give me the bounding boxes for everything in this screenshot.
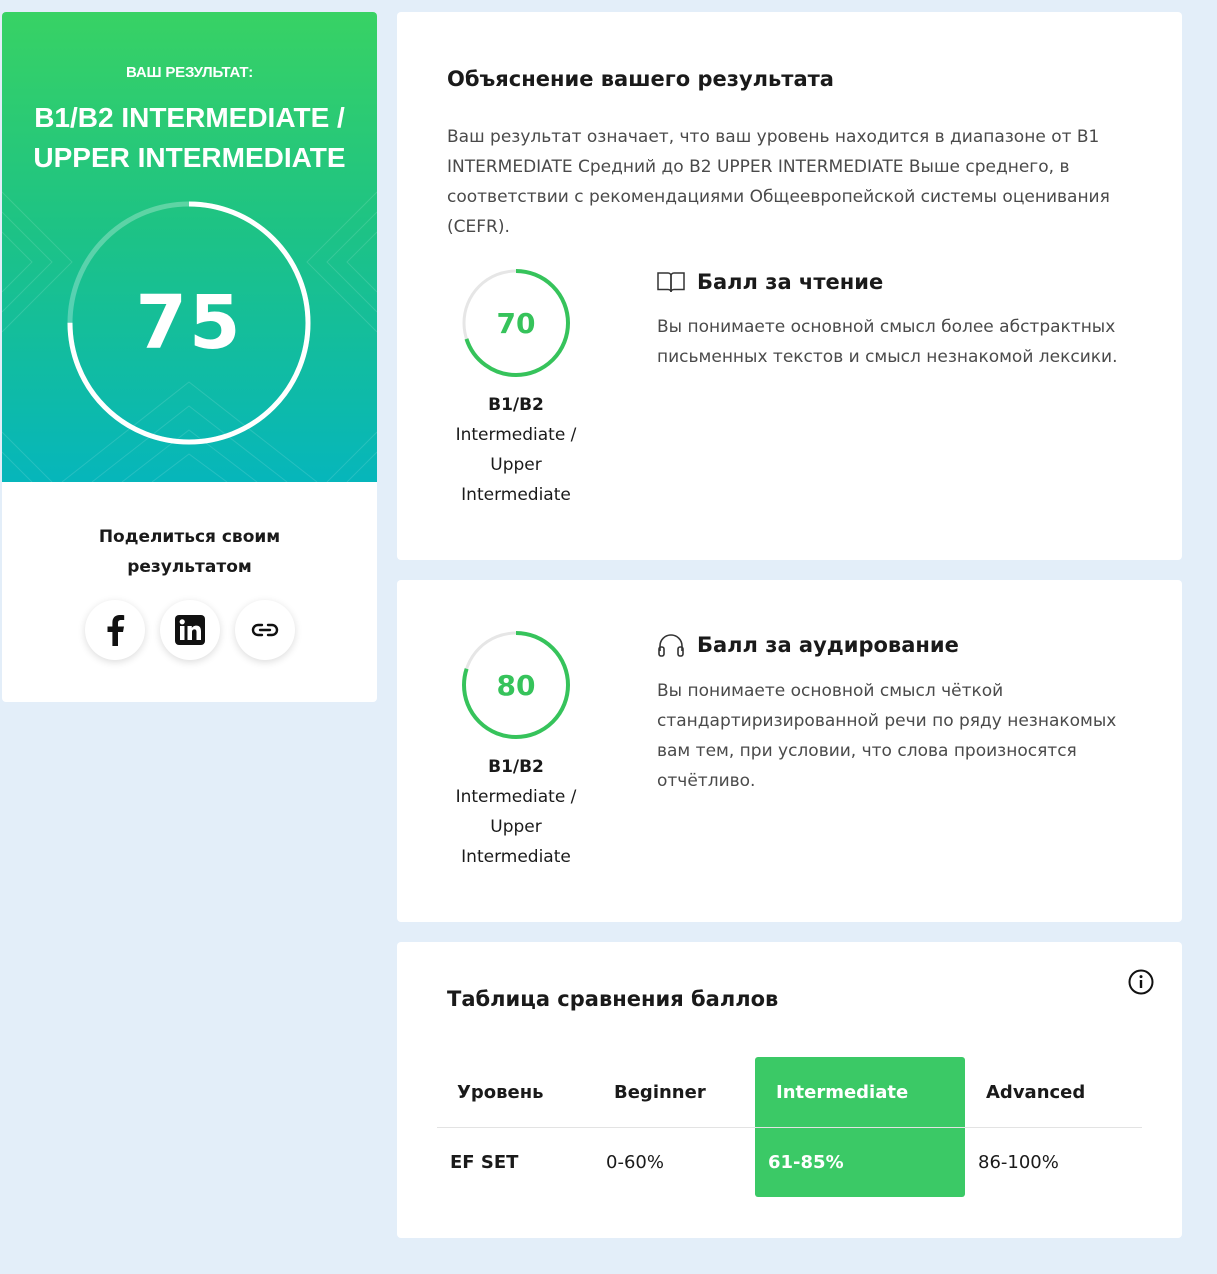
header-advanced: Advanced [986, 1081, 1086, 1103]
listening-level: B1/B2 Intermediate / Upper Intermediate [437, 752, 595, 872]
header-intermediate: Intermediate [776, 1081, 909, 1103]
cell-beginner: 0-60% [606, 1151, 664, 1173]
reading-level-line1: B1/B2 [488, 395, 544, 415]
book-icon [657, 272, 685, 293]
listening-card: 80 B1/B2 Intermediate / Upper Intermedia… [397, 580, 1182, 922]
listening-level-line2: Intermediate / [455, 787, 577, 807]
comparison-card: Таблица сравнения баллов Уровень Beginne… [397, 942, 1182, 1238]
listening-level-line1: B1/B2 [488, 757, 544, 777]
info-icon[interactable] [1128, 969, 1154, 995]
comparison-title: Таблица сравнения баллов [447, 987, 779, 1011]
overall-score: 75 [135, 280, 243, 366]
explanation-card: Объяснение вашего результата Ваш результ… [397, 12, 1182, 560]
listening-level-line3: Upper [490, 817, 542, 837]
reading-level-line4: Intermediate [461, 485, 571, 505]
explanation-text: Ваш результат означает, что ваш уровень … [447, 127, 1110, 237]
link-icon [251, 623, 278, 637]
result-level-line1: B1/B2 INTERMEDIATE / [34, 102, 345, 133]
reading-description: Вы понимаете основной смысл более абстра… [657, 317, 1118, 367]
cell-advanced: 86-100% [978, 1151, 1059, 1173]
result-level: B1/B2 INTERMEDIATE / UPPER INTERMEDIATE [12, 98, 367, 178]
listening-heading: Балл за аудирование [657, 633, 959, 657]
reading-title: Балл за чтение [697, 270, 884, 294]
listening-level-line4: Intermediate [461, 847, 571, 867]
listening-score: 80 [496, 668, 536, 702]
facebook-icon [107, 615, 124, 646]
explanation-title: Объяснение вашего результата [447, 67, 834, 91]
reading-level-line3: Upper [490, 455, 542, 475]
result-hero: ВАШ РЕЗУЛЬТАТ: B1/B2 INTERMEDIATE / UPPE… [2, 12, 377, 482]
header-beginner: Beginner [614, 1081, 706, 1103]
listening-description: Вы понимаете основной смысл чёткой станд… [657, 681, 1117, 791]
share-buttons [2, 600, 377, 660]
copy-link-button[interactable] [234, 600, 295, 660]
reading-level: B1/B2 Intermediate / Upper Intermediate [437, 390, 595, 510]
reading-heading: Балл за чтение [657, 270, 883, 294]
row-label: EF SET [450, 1151, 519, 1173]
result-card: ВАШ РЕЗУЛЬТАТ: B1/B2 INTERMEDIATE / UPPE… [2, 12, 377, 702]
result-level-line2: UPPER INTERMEDIATE [33, 142, 346, 173]
share-linkedin-button[interactable] [159, 600, 220, 660]
header-level: Уровень [457, 1081, 544, 1103]
reading-level-line2: Intermediate / [455, 425, 577, 445]
comparison-table: Уровень Beginner Intermediate Advanced E… [437, 1057, 1142, 1197]
headphones-icon [658, 634, 684, 657]
result-label: ВАШ РЕЗУЛЬТАТ: [125, 64, 253, 81]
linkedin-icon [174, 615, 205, 645]
cell-intermediate: 61-85% [768, 1151, 844, 1173]
listening-title: Балл за аудирование [697, 633, 959, 657]
share-facebook-button[interactable] [84, 600, 145, 660]
reading-score: 70 [496, 306, 536, 340]
share-title: Поделиться своим результатом [98, 527, 281, 577]
